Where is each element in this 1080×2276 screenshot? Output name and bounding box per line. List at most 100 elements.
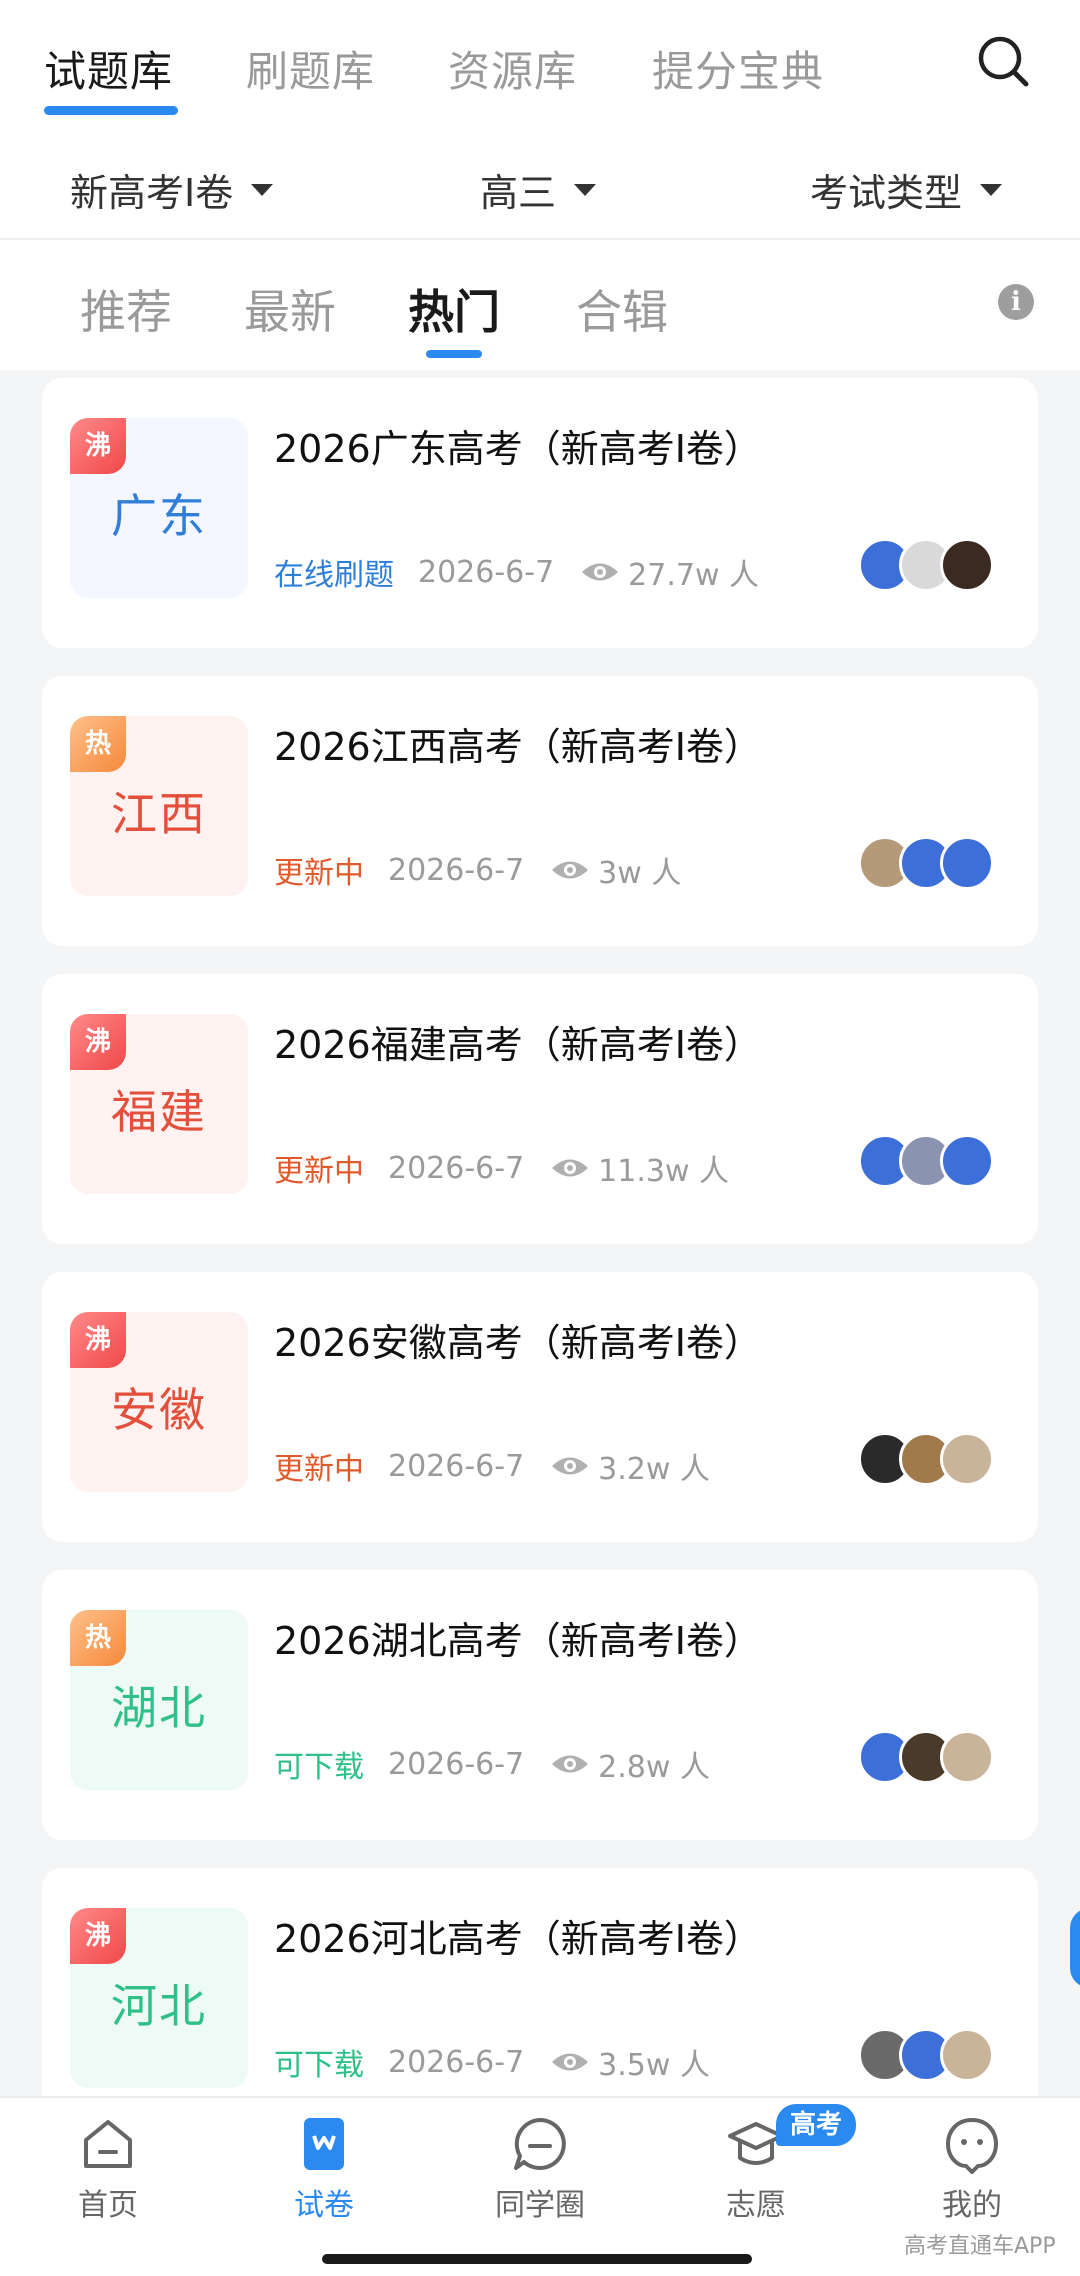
avatar [940,1730,994,1784]
profile-icon [946,2118,998,2174]
filter-bar: 新高考Ⅰ卷 高三 考试类型 [0,140,1080,240]
exam-date: 2026-6-7 [388,1448,525,1484]
boil-tag: 沸 [70,1908,126,1964]
avatar [940,538,994,592]
view-count: 2.8w 人 [598,1750,710,1785]
caret-down-icon [980,183,1003,196]
province-name: 湖北 [111,1681,207,1735]
province-name: 江西 [111,787,207,841]
exam-date: 2026-6-7 [388,2044,525,2080]
nav-classmates[interactable]: 同学圈 [470,2114,610,2224]
avatar [940,1134,994,1188]
nav-label: 志愿 [726,2188,786,2223]
info-icon[interactable]: i [998,284,1034,320]
status-label: 可下载 [274,2048,364,2083]
exam-card[interactable]: 沸 安徽 2026安徽高考（新高考Ⅰ卷） 更新中 2026-6-7 3.2w 人 [42,1272,1038,1542]
boil-tag: 沸 [70,1014,126,1070]
province-tile: 热 湖北 [70,1610,248,1790]
exam-card[interactable]: 沸 广东 2026广东高考（新高考Ⅰ卷） 在线刷题 2026-6-7 27.7w… [42,378,1038,648]
avatar [940,2028,994,2082]
eye-icon [552,861,589,879]
bottom-nav: 首页 试卷 同学圈 志愿 我的 高考 高考直通车APP [0,2096,1080,2276]
tab-practice-bank[interactable]: 刷题库 [246,38,375,99]
nav-mine[interactable]: 我的 [902,2114,1042,2224]
viewer-avatars [858,1730,994,1784]
active-subtab-indicator [426,350,482,358]
exam-title: 2026广东高考（新高考Ⅰ卷） [274,427,762,471]
tab-resource-bank[interactable]: 资源库 [448,38,577,99]
paper-icon [304,2118,344,2170]
nav-label: 我的 [942,2188,1002,2223]
exam-list: 沸 广东 2026广东高考（新高考Ⅰ卷） 在线刷题 2026-6-7 27.7w… [42,360,1038,2096]
province-name: 安徽 [111,1383,207,1437]
nav-label: 试卷 [294,2188,354,2223]
eye-icon [552,1755,589,1773]
status-label: 更新中 [274,856,364,891]
province-tile: 沸 广东 [70,418,248,598]
eye-icon [552,1457,589,1475]
tab-score-guide[interactable]: 提分宝典 [652,38,824,99]
exam-title: 2026湖北高考（新高考Ⅰ卷） [274,1619,762,1663]
viewer-avatars [858,1432,994,1486]
chat-icon [514,2118,566,2170]
boil-tag: 沸 [70,418,126,474]
exam-date: 2026-6-7 [388,852,525,888]
main-tab-bar: 试题库 刷题库 资源库 提分宝典 [0,0,1080,130]
tab-collections[interactable]: 合辑 [576,276,668,342]
home-indicator [322,2254,752,2264]
province-tile: 热 江西 [70,716,248,896]
exam-title: 2026安徽高考（新高考Ⅰ卷） [274,1321,762,1365]
exam-card[interactable]: 沸 福建 2026福建高考（新高考Ⅰ卷） 更新中 2026-6-7 11.3w … [42,974,1038,1244]
eye-icon [552,1159,589,1177]
nav-label: 首页 [78,2188,138,2223]
exam-meta: 在线刷题 2026-6-7 27.7w 人 [274,550,759,594]
status-label: 可下载 [274,1750,364,1785]
exam-card[interactable]: 热 江西 2026江西高考（新高考Ⅰ卷） 更新中 2026-6-7 3w 人 [42,676,1038,946]
caret-down-icon [574,183,597,196]
filter-label: 考试类型 [810,171,963,215]
nav-home[interactable]: 首页 [38,2114,178,2224]
status-label: 更新中 [274,1452,364,1487]
filter-exam-type[interactable]: 考试类型 [810,162,1003,217]
floating-action-button[interactable] [1070,1908,1080,1988]
search-button[interactable] [976,34,1032,90]
view-count: 3.2w 人 [598,1452,710,1487]
avatar [940,836,994,890]
viewer-avatars [858,836,994,890]
exam-meta: 更新中 2026-6-7 3w 人 [274,848,681,892]
nav-label: 同学圈 [495,2188,585,2223]
tab-popular[interactable]: 热门 [408,276,500,342]
caret-down-icon [251,183,274,196]
province-tile: 沸 河北 [70,1908,248,2088]
hot-tag: 热 [70,716,126,772]
eye-icon [552,2053,589,2071]
exam-meta: 更新中 2026-6-7 3.2w 人 [274,1444,710,1488]
tab-recommended[interactable]: 推荐 [80,276,172,342]
province-name: 福建 [111,1085,207,1139]
exam-title: 2026福建高考（新高考Ⅰ卷） [274,1023,762,1067]
avatar [940,1432,994,1486]
filter-exam-paper[interactable]: 新高考Ⅰ卷 [70,162,274,217]
viewer-avatars [858,2028,994,2082]
exam-card[interactable]: 沸 河北 2026河北高考（新高考Ⅰ卷） 可下载 2026-6-7 3.5w 人 [42,1868,1038,2096]
exam-date: 2026-6-7 [418,554,555,590]
province-tile: 沸 福建 [70,1014,248,1194]
filter-grade[interactable]: 高三 [480,162,597,217]
exam-date: 2026-6-7 [388,1150,525,1186]
tab-question-bank[interactable]: 试题库 [44,38,173,99]
active-tab-indicator [44,106,178,115]
watermark: 高考直通车APP [904,2234,1056,2259]
province-name: 广东 [111,489,207,543]
exam-meta: 更新中 2026-6-7 11.3w 人 [274,1146,729,1190]
nav-papers[interactable]: 试卷 [254,2114,394,2224]
exam-meta: 可下载 2026-6-7 3.5w 人 [274,2040,710,2084]
filter-label: 新高考Ⅰ卷 [70,171,234,215]
home-icon [84,2120,132,2168]
viewer-avatars [858,1134,994,1188]
exam-card[interactable]: 热 湖北 2026湖北高考（新高考Ⅰ卷） 可下载 2026-6-7 2.8w 人 [42,1570,1038,1840]
sub-tab-bar: 推荐 最新 热门 合辑 i [0,250,1080,368]
hot-tag: 热 [70,1610,126,1666]
boil-tag: 沸 [70,1312,126,1368]
exam-title: 2026江西高考（新高考Ⅰ卷） [274,725,762,769]
tab-latest[interactable]: 最新 [244,276,336,342]
